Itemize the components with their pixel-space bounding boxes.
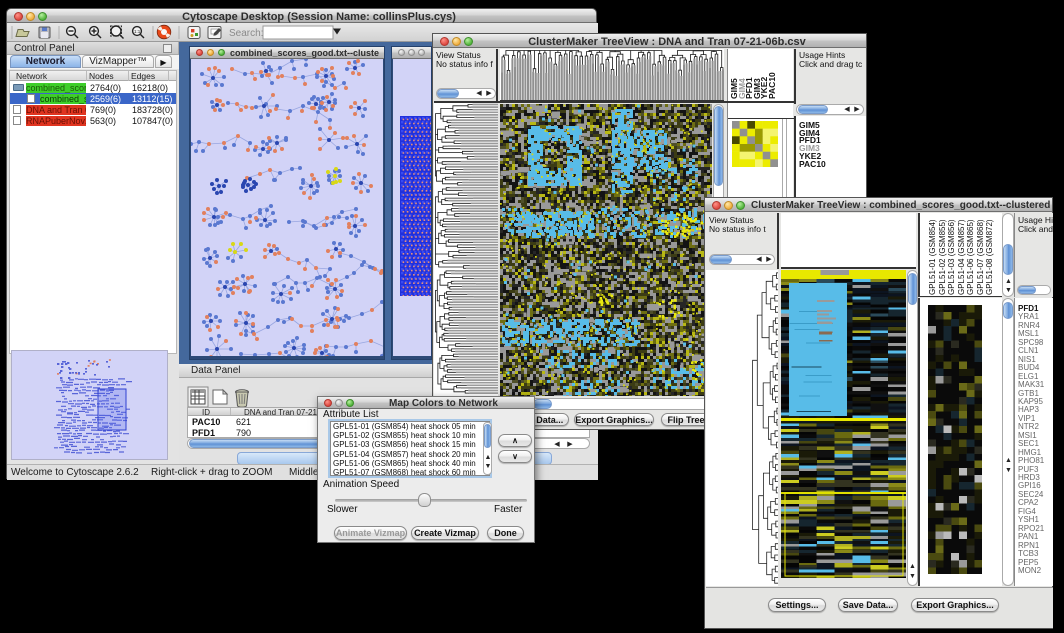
svg-text:1:1: 1:1 — [134, 29, 141, 34]
svg-text:Search:: Search: — [229, 28, 263, 39]
